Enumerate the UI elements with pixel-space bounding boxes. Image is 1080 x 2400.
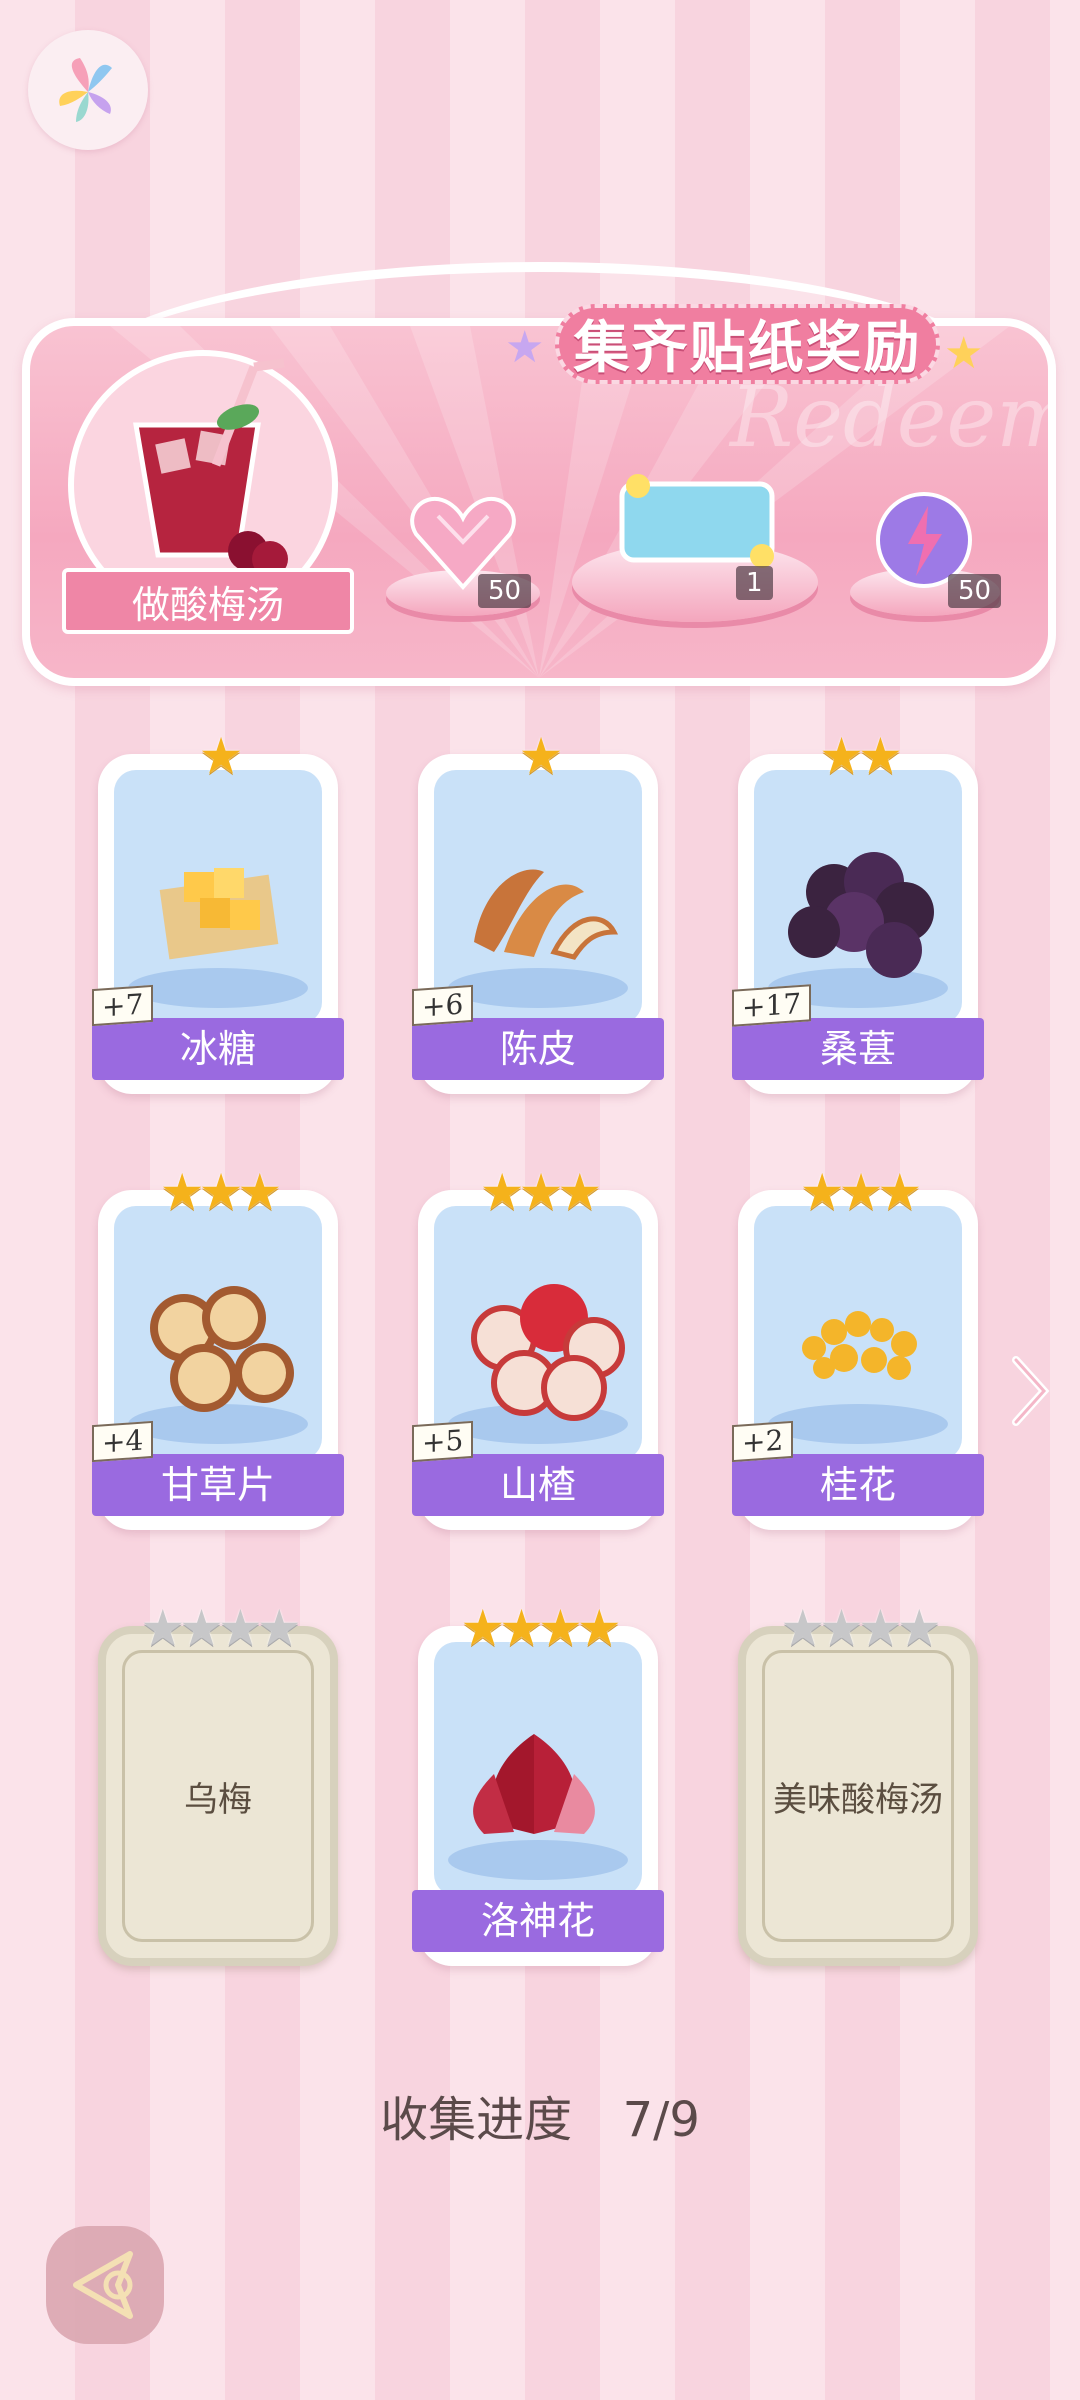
sticker-card-frame: 山楂 +5 <box>412 1190 664 1530</box>
star-filled-icon: ★ <box>460 1599 505 1657</box>
locked-sticker-frame: 乌梅 <box>98 1626 338 1966</box>
bonus-count-tag: +7 <box>92 984 154 1027</box>
sticker-name: 桑葚 <box>732 1018 984 1080</box>
reward-count: 50 <box>948 574 1002 608</box>
sticker-card[interactable]: 桑葚 +17 ★★ <box>730 728 986 1094</box>
star-filled-icon: ★ <box>159 1163 205 1221</box>
locked-sticker-frame: 美味酸梅汤 <box>738 1626 978 1966</box>
star-empty-icon: ★ <box>858 1599 903 1657</box>
star-rating: ★★★ <box>90 1164 346 1220</box>
star-rating: ★★★★ <box>410 1600 666 1656</box>
star-filled-icon: ★ <box>538 1599 583 1657</box>
app-logo-button[interactable] <box>28 30 148 150</box>
sticker-card[interactable]: 乌梅 ★★★★ <box>90 1600 346 1966</box>
sticker-card[interactable]: 桂花 +2 ★★★ <box>730 1164 986 1530</box>
sticker-name: 冰糖 <box>92 1018 344 1080</box>
sticker-card[interactable]: 洛神花 ★★★★ <box>410 1600 666 1966</box>
sticker-name: 洛神花 <box>412 1890 664 1952</box>
next-page-button[interactable] <box>1010 1356 1050 1426</box>
star-rating: ★ <box>90 728 346 784</box>
star-filled-icon: ★ <box>499 1599 544 1657</box>
progress-label: 收集进度 <box>380 2092 573 2148</box>
star-filled-icon: ★ <box>518 727 564 785</box>
star-filled-icon: ★ <box>479 1163 525 1221</box>
reward-count: 1 <box>736 566 773 600</box>
star-empty-icon: ★ <box>256 1599 302 1657</box>
star-filled-icon: ★ <box>858 727 903 785</box>
star-filled-icon: ★ <box>576 1599 622 1657</box>
star-filled-icon: ★ <box>838 1163 884 1221</box>
sticker-card-frame: 桂花 +2 <box>732 1190 984 1530</box>
pinwheel-icon <box>59 58 112 122</box>
bonus-count-tag: +5 <box>412 1420 474 1463</box>
star-filled-icon: ★ <box>557 1163 602 1221</box>
collection-progress: 收集进度 7/9 <box>0 2080 1080 2150</box>
blue-card-icon <box>612 470 782 574</box>
star-rating: ★★★★ <box>730 1600 986 1656</box>
star-filled-icon: ★ <box>799 1163 845 1221</box>
banner-title: 集齐贴纸奖励 <box>555 304 940 384</box>
star-rating: ★★ <box>730 728 986 784</box>
reward-count: 50 <box>478 574 532 608</box>
star-filled-icon: ★ <box>518 1163 564 1221</box>
star-rating: ★★★ <box>410 1164 666 1220</box>
drink-name-label: 做酸梅汤 <box>62 568 354 634</box>
star-empty-icon: ★ <box>780 1599 825 1657</box>
star-empty-icon: ★ <box>218 1599 263 1657</box>
sparkle-star-icon: ★ <box>944 328 984 379</box>
bonus-count-tag: +17 <box>732 984 812 1027</box>
star-filled-icon: ★ <box>237 1163 282 1221</box>
sticker-card-frame: 桑葚 +17 <box>732 754 984 1094</box>
progress-value: 7/9 <box>622 2092 700 2148</box>
bonus-count-tag: +2 <box>732 1420 794 1463</box>
back-arrow-icon <box>73 2251 133 2319</box>
star-empty-icon: ★ <box>179 1599 224 1657</box>
sticker-card[interactable]: 冰糖 +7 ★ <box>90 728 346 1094</box>
bonus-count-tag: +6 <box>412 984 474 1027</box>
sticker-illustration <box>434 1642 642 1896</box>
sticker-card-frame: 洛神花 <box>412 1626 664 1966</box>
sticker-name: 陈皮 <box>412 1018 664 1080</box>
star-empty-icon: ★ <box>896 1599 942 1657</box>
sticker-card-frame: 甘草片 +4 <box>92 1190 344 1530</box>
bonus-count-tag: +4 <box>92 1420 154 1463</box>
sticker-name: 桂花 <box>732 1454 984 1516</box>
star-empty-icon: ★ <box>140 1599 185 1657</box>
star-rating: ★ <box>410 728 666 784</box>
star-filled-icon: ★ <box>877 1163 922 1221</box>
sticker-name: 山楂 <box>412 1454 664 1516</box>
sticker-card[interactable]: 美味酸梅汤 ★★★★ <box>730 1600 986 1966</box>
sticker-card[interactable]: 甘草片 +4 ★★★ <box>90 1164 346 1530</box>
star-rating: ★★★★ <box>90 1600 346 1656</box>
sticker-card-frame: 陈皮 +6 <box>412 754 664 1094</box>
sticker-name: 甘草片 <box>92 1454 344 1516</box>
back-button[interactable] <box>46 2226 164 2344</box>
star-filled-icon: ★ <box>198 1163 244 1221</box>
star-empty-icon: ★ <box>819 1599 864 1657</box>
star-rating: ★★★ <box>730 1164 986 1220</box>
star-filled-icon: ★ <box>198 727 244 785</box>
star-filled-icon: ★ <box>819 727 864 785</box>
chevron-right-icon <box>1012 1356 1050 1426</box>
sticker-card[interactable]: 山楂 +5 ★★★ <box>410 1164 666 1530</box>
sticker-card[interactable]: 陈皮 +6 ★ <box>410 728 666 1094</box>
sparkle-star-icon: ★ <box>505 322 545 373</box>
sticker-name: 美味酸梅汤 <box>773 1779 943 1820</box>
sticker-card-frame: 冰糖 +7 <box>92 754 344 1094</box>
sticker-name: 乌梅 <box>184 1779 252 1820</box>
